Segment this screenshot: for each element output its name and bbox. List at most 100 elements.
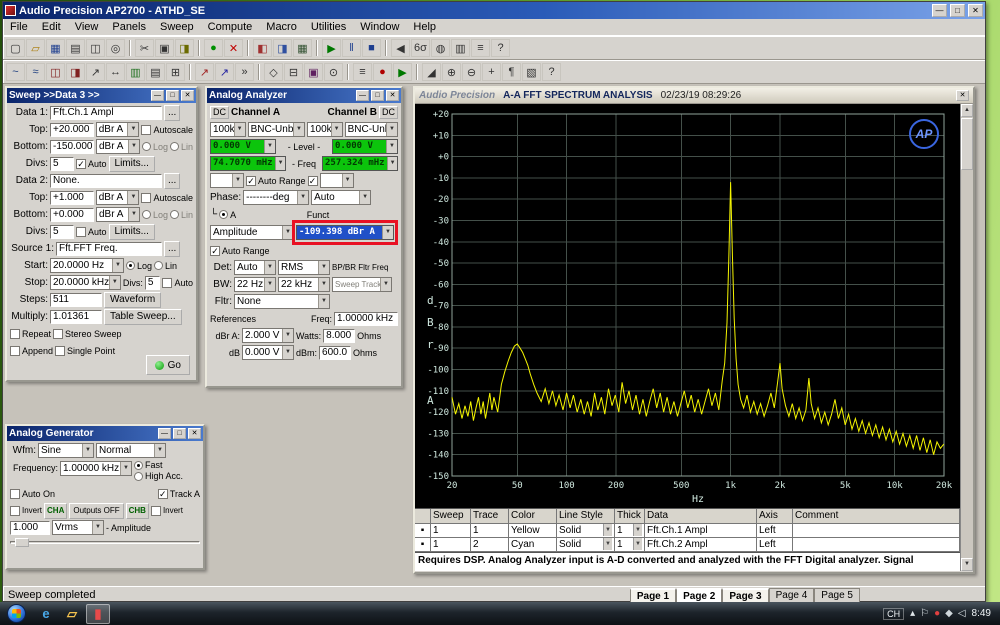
gen-frequency-select[interactable]: 1.00000 kHz	[60, 461, 132, 476]
cell-sweep[interactable]: 1	[431, 524, 471, 538]
toolbar-status-panel-icon[interactable]: ▤	[146, 63, 165, 81]
input-a-select[interactable]: BNC-Unbal	[247, 122, 305, 137]
generator-maximize-button[interactable]: □	[173, 428, 186, 439]
toolbar-stop-square-icon[interactable]: ■	[362, 39, 381, 57]
toolbar-analog-analyzer-panel-icon[interactable]: ◫	[46, 63, 65, 81]
chevron-down-icon[interactable]	[264, 278, 275, 291]
scrollbar-thumb[interactable]	[961, 118, 973, 170]
slider-thumb[interactable]	[15, 537, 29, 547]
chevron-down-icon[interactable]	[112, 259, 123, 272]
volume-icon[interactable]: ◁	[958, 608, 966, 619]
range-b-select[interactable]	[319, 173, 354, 188]
menu-view[interactable]: View	[68, 20, 106, 34]
toolbar-zoom-in-icon[interactable]: ⊕	[442, 63, 461, 81]
internet-explorer-icon[interactable]: e	[34, 604, 58, 624]
chevron-down-icon[interactable]	[282, 329, 293, 342]
chevron-down-icon[interactable]	[385, 123, 397, 136]
taskbar-clock[interactable]: 8:49	[972, 608, 991, 619]
chb-button[interactable]: CHB	[125, 502, 149, 519]
toolbar-sweep-2-panel-icon[interactable]: ↗	[215, 63, 234, 81]
phase-display-select[interactable]: --------deg	[243, 190, 310, 205]
data1-bottom-input[interactable]: -150.000	[50, 139, 94, 154]
amplitude-reading[interactable]: -109.398 dBr A	[296, 225, 394, 240]
toolbar-new-test-icon[interactable]: ▢	[6, 39, 25, 57]
data1-autoscale-checkbox[interactable]	[141, 124, 152, 135]
chevron-down-icon[interactable]	[318, 278, 329, 291]
data2-limits-button[interactable]: Limits...	[108, 223, 155, 240]
toolbar-sweep-stop-icon[interactable]: ✕	[224, 39, 243, 57]
toolbar-meters-icon[interactable]: ◍	[431, 39, 450, 57]
cell-comment[interactable]	[793, 538, 960, 552]
chevron-down-icon[interactable]	[127, 123, 139, 136]
window-minimize-button[interactable]: —	[932, 4, 947, 17]
file-explorer-icon[interactable]: ▱	[60, 604, 84, 624]
chevron-down-icon[interactable]	[330, 123, 342, 136]
auto-range-a-checkbox[interactable]	[246, 175, 256, 186]
function-select[interactable]: Amplitude	[210, 225, 294, 240]
menu-window[interactable]: Window	[353, 20, 406, 34]
scroll-up-icon[interactable]: ▲	[961, 104, 973, 117]
row-select-icon[interactable]: ▪	[415, 524, 431, 538]
data2-top-input[interactable]: +1.000	[50, 190, 94, 205]
toolbar-graph-panel-icon[interactable]: ◢	[422, 63, 441, 81]
cell-trace[interactable]: 2	[471, 538, 509, 552]
language-indicator[interactable]: CH	[883, 607, 905, 620]
generator-panel-titlebar[interactable]: Analog Generator — □ ✕	[7, 426, 203, 441]
cha-button[interactable]: CHA	[44, 502, 68, 519]
menu-sweep[interactable]: Sweep	[153, 20, 201, 34]
amplitude-slider[interactable]	[10, 537, 200, 547]
data1-lin-radio[interactable]	[170, 142, 179, 151]
toolbar-digital-generator-panel-icon[interactable]: ≈	[26, 63, 45, 81]
amplitude-input[interactable]: 1.000	[10, 520, 50, 535]
toolbar-play-icon[interactable]: ▶	[322, 39, 341, 57]
bpbr-track-select[interactable]: Sweep Track	[332, 277, 392, 292]
source-divs-input[interactable]: 5	[144, 275, 161, 290]
cell-axis[interactable]: Left	[757, 538, 793, 552]
data1-top-unit-select[interactable]: dBr A	[95, 122, 140, 137]
auto-on-checkbox[interactable]	[10, 488, 20, 499]
data2-input[interactable]: None.	[50, 173, 162, 188]
menu-edit[interactable]: Edit	[35, 20, 68, 34]
chevron-down-icon[interactable]	[108, 276, 120, 289]
chevron-down-icon[interactable]	[282, 226, 293, 239]
chevron-down-icon[interactable]	[297, 191, 309, 204]
amplitude-unit-select[interactable]: Vrms	[52, 520, 104, 535]
data2-top-unit-select[interactable]: dBr A	[95, 190, 140, 205]
det-mode-select[interactable]: RMS	[278, 260, 330, 275]
toolbar-pause-icon[interactable]: ‖	[342, 39, 361, 57]
toolbar-analog-generator-panel-icon[interactable]: ~	[6, 63, 25, 81]
dbra-select[interactable]: 2.000 V	[242, 328, 294, 343]
row-select-icon[interactable]: ▪	[415, 538, 431, 552]
data2-divs-input[interactable]: 5	[50, 224, 74, 239]
chevron-down-icon[interactable]	[380, 278, 391, 291]
sweep-panel-titlebar[interactable]: Sweep >>Data 3 >> — □ ✕	[7, 88, 196, 103]
watts-input[interactable]: 8.000	[323, 328, 356, 343]
stop-select[interactable]: 20.0000 kHz	[50, 275, 121, 290]
high-acc-radio[interactable]	[134, 471, 143, 481]
chevron-down-icon[interactable]	[92, 521, 103, 534]
dbm-input[interactable]: 600.0	[319, 345, 352, 360]
data1-top-input[interactable]: +20.000	[50, 122, 94, 137]
toolbar-color-settings-icon[interactable]: ▧	[522, 63, 541, 81]
menu-file[interactable]: File	[3, 20, 35, 34]
toolbar-comment-panel-icon[interactable]: ¶	[502, 63, 521, 81]
sweep-minimize-button[interactable]: —	[151, 90, 164, 101]
toolbar-sigma-six-icon[interactable]: 6σ	[411, 39, 430, 57]
chevron-down-icon[interactable]	[120, 462, 131, 475]
network-icon[interactable]: ◆	[945, 608, 953, 619]
toolbar-open-test-icon[interactable]: ▱	[26, 39, 45, 57]
toolbar-print-icon[interactable]: ▤	[66, 39, 85, 57]
analyzer-close-button[interactable]: ✕	[386, 90, 399, 101]
table-sweep-button[interactable]: Table Sweep...	[104, 308, 182, 325]
chevron-down-icon[interactable]	[282, 346, 293, 359]
cell-color[interactable]: Cyan	[509, 538, 557, 552]
bw-low-select[interactable]: 22 Hz	[234, 277, 276, 292]
toolbar-data-editor-icon[interactable]: ≡	[471, 39, 490, 57]
generator-minimize-button[interactable]: —	[158, 428, 171, 439]
dropdown-arrow-icon[interactable]: ▼	[633, 524, 642, 536]
chevron-down-icon[interactable]	[341, 174, 353, 187]
cell-color[interactable]: Yellow	[509, 524, 557, 538]
toolbar-master-clock-panel-icon[interactable]: ⊙	[324, 63, 343, 81]
range-a-select[interactable]	[210, 173, 244, 188]
toolbar-nested-sweep-panel-icon[interactable]: »	[235, 63, 254, 81]
